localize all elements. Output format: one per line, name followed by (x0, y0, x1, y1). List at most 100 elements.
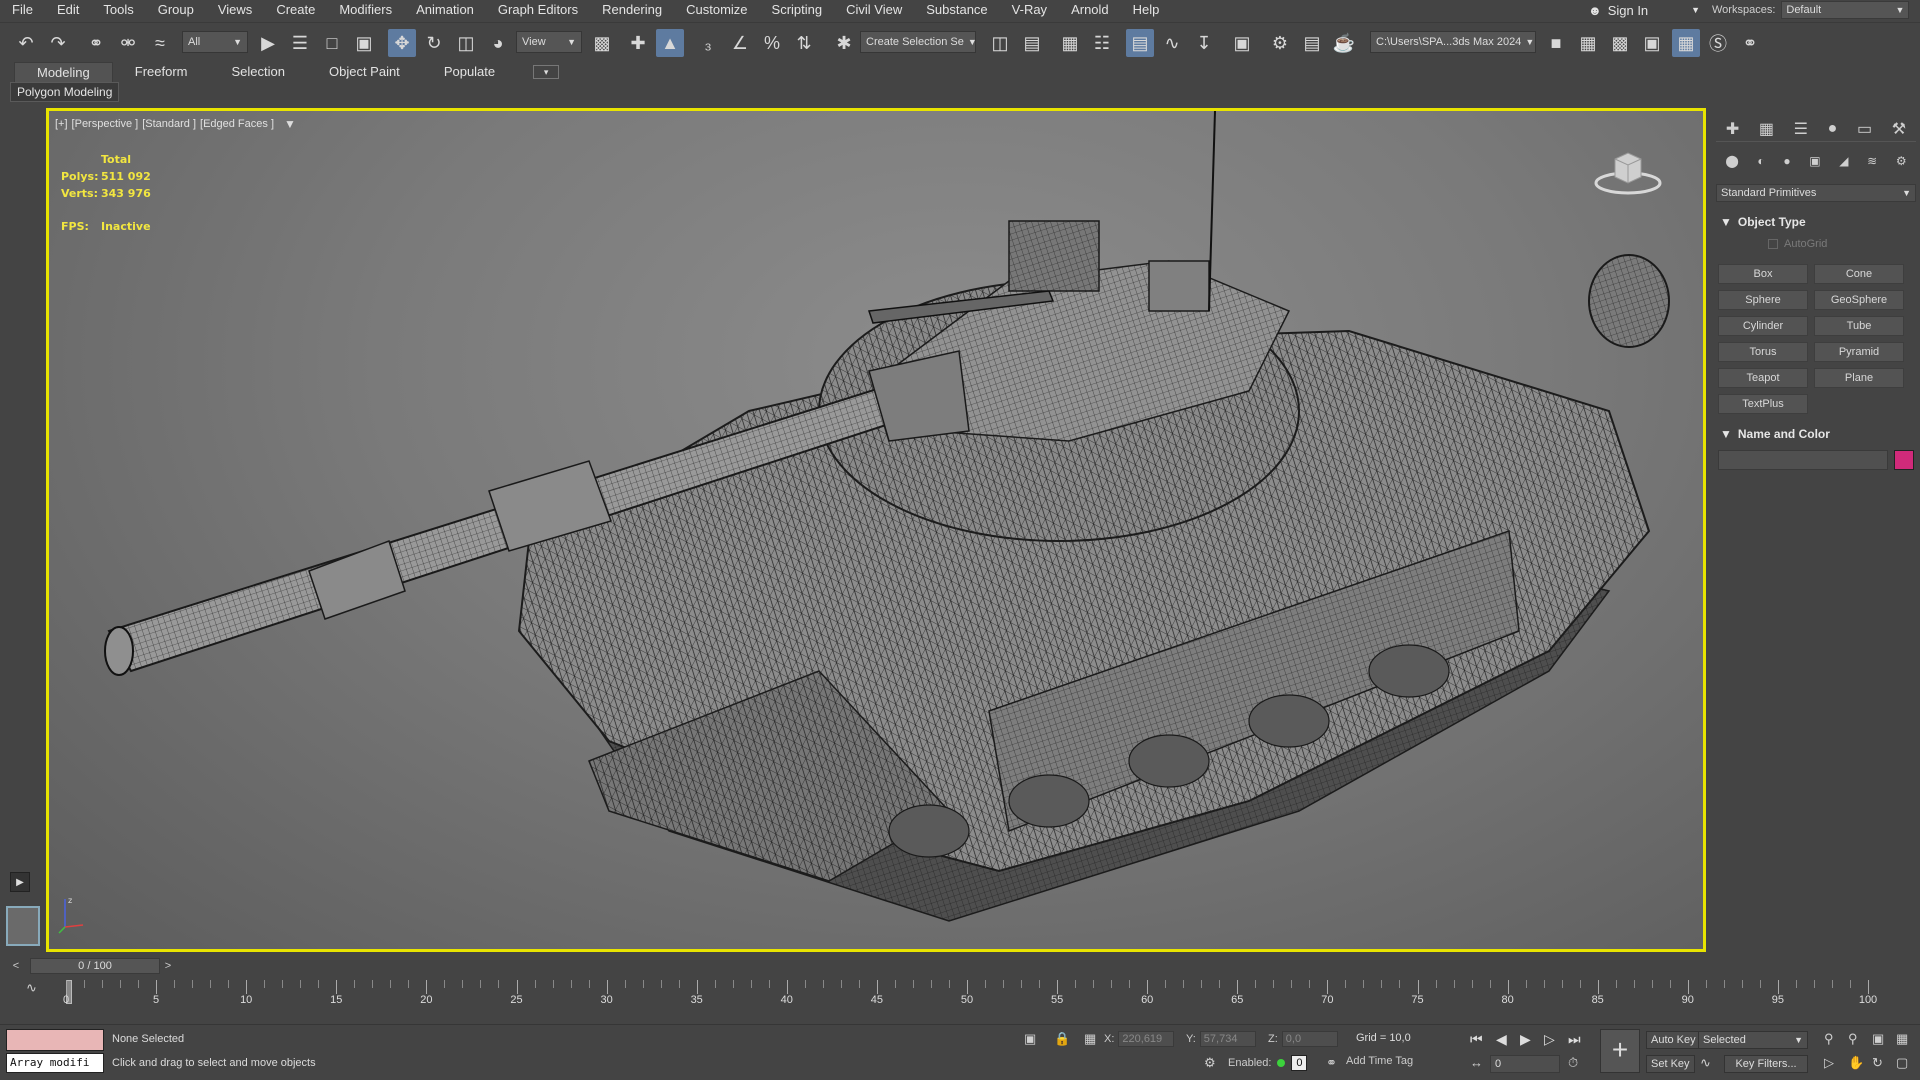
scale-icon[interactable]: ◫ (452, 29, 480, 57)
object-color-swatch[interactable] (1894, 450, 1914, 470)
link-icon[interactable]: ⚭ (82, 29, 110, 57)
vray-render-icon[interactable]: ▦ (1574, 29, 1602, 57)
time-tag-icon[interactable]: ⚭ (1326, 1055, 1337, 1071)
cylinder-button[interactable]: Cylinder (1718, 316, 1808, 336)
teapot-button[interactable]: Teapot (1718, 368, 1808, 388)
key-mode-dropdown[interactable]: Selected ▼ (1698, 1031, 1808, 1049)
percent-snap-icon[interactable]: % (758, 29, 786, 57)
render-production-icon[interactable]: ☕ (1330, 29, 1358, 57)
window-crossing-icon[interactable]: ▣ (350, 29, 378, 57)
create-tab-icon[interactable]: ✚ (1726, 119, 1739, 139)
modify-tab-icon[interactable]: ▦ (1759, 119, 1774, 139)
ribbon-tab-modeling[interactable]: Modeling (14, 62, 113, 82)
menu-graph-editors[interactable]: Graph Editors (486, 0, 590, 20)
menu-substance[interactable]: Substance (914, 0, 999, 20)
redo-icon[interactable]: ↷ (44, 29, 72, 57)
adaptive-degradation-icon[interactable]: ⚙ (1204, 1055, 1216, 1071)
geosphere-button[interactable]: GeoSphere (1814, 290, 1904, 310)
shapes-icon[interactable]: ◐ (1757, 154, 1764, 168)
toggle-ribbon-icon[interactable]: ▤ (1126, 29, 1154, 57)
utilities-tab-icon[interactable]: ⚒ (1892, 119, 1906, 139)
rectangular-selection-icon[interactable]: □ (318, 29, 346, 57)
align-icon[interactable]: ▤ (1018, 29, 1046, 57)
expand-layout-tabs-button[interactable]: ▶ (10, 872, 30, 892)
previous-key-icon[interactable]: ◀ (1496, 1031, 1507, 1048)
time-slider-thumb[interactable]: 0 / 100 (30, 958, 160, 974)
next-frame-icon[interactable]: > (160, 958, 176, 974)
isolate-selection-icon[interactable]: ▣ (1024, 1031, 1036, 1047)
object-name-input[interactable] (1718, 450, 1888, 470)
menu-views[interactable]: Views (206, 0, 264, 20)
helpers-icon[interactable]: ◢ (1839, 154, 1848, 168)
cameras-icon[interactable]: ▣ (1809, 154, 1820, 168)
perspective-viewport[interactable]: [+] [Perspective ] [Standard ] [Edged Fa… (46, 108, 1706, 952)
select-object-icon[interactable]: ▶ (254, 29, 282, 57)
maximize-viewport-icon[interactable]: ▢ (1896, 1055, 1908, 1071)
edit-named-selection-icon[interactable]: ✱ (830, 29, 858, 57)
menu-arnold[interactable]: Arnold (1059, 0, 1121, 20)
zoom-all-icon[interactable]: ⚲ (1848, 1031, 1858, 1047)
set-key-button[interactable]: Set Key (1646, 1055, 1695, 1073)
zoom-icon[interactable]: ⚲ (1824, 1031, 1834, 1047)
viewport-layout-icon[interactable]: ▦ (1672, 29, 1700, 57)
tube-button[interactable]: Tube (1814, 316, 1904, 336)
set-keys-icon[interactable]: + (1600, 1029, 1640, 1073)
menu-modifiers[interactable]: Modifiers (327, 0, 404, 20)
zoom-extents-icon[interactable]: ▣ (1872, 1031, 1884, 1047)
bind-space-warp-icon[interactable]: ≈ (146, 29, 174, 57)
autogrid-checkbox[interactable]: AutoGrid (1768, 238, 1827, 250)
selection-filter-dropdown[interactable]: All ▼ (182, 31, 248, 53)
key-filters-button[interactable]: Key Filters... (1724, 1055, 1808, 1073)
hierarchy-tab-icon[interactable]: ☰ (1794, 119, 1808, 139)
menu-scripting[interactable]: Scripting (760, 0, 835, 20)
time-slider[interactable]: < 0 / 100 > (8, 956, 1908, 976)
menu-customize[interactable]: Customize (674, 0, 759, 20)
y-value-input[interactable]: 57,734 (1199, 1031, 1256, 1047)
transform-type-in-icon[interactable]: ▦ (1084, 1031, 1096, 1047)
viewcube-icon[interactable] (1593, 147, 1663, 197)
object-type-rollout[interactable]: ▼ Object Type (1716, 212, 1916, 232)
project-folder-dropdown[interactable]: C:\Users\SPA...3ds Max 2024 ▼ (1370, 31, 1536, 53)
ribbon-options-icon[interactable]: ▾ (533, 65, 560, 79)
maxscript-listener-output[interactable] (6, 1029, 104, 1051)
key-mode-toggle-icon[interactable]: ↔ (1470, 1055, 1483, 1070)
layer-explorer-icon[interactable]: ☷ (1088, 29, 1116, 57)
viewport-layout-thumbnail[interactable] (6, 906, 40, 946)
material-editor-icon[interactable]: ▣ (1228, 29, 1256, 57)
arnold-render-icon[interactable]: Ⓢ (1704, 29, 1732, 57)
systems-icon[interactable]: ⚙ (1896, 154, 1907, 168)
zoom-extents-all-icon[interactable]: ▦ (1896, 1031, 1908, 1047)
vray-frame-buffer-icon[interactable]: ■ (1542, 29, 1570, 57)
sphere-button[interactable]: Sphere (1718, 290, 1808, 310)
menu-civil-view[interactable]: Civil View (834, 0, 914, 20)
menu-animation[interactable]: Animation (404, 0, 486, 20)
ribbon-polygon-modeling-panel[interactable]: Polygon Modeling (10, 82, 120, 102)
cone-button[interactable]: Cone (1814, 264, 1904, 284)
keyboard-shortcut-override-icon[interactable]: ▲ (656, 29, 684, 57)
textplus-button[interactable]: TextPlus (1718, 394, 1808, 414)
undo-icon[interactable]: ↶ (12, 29, 40, 57)
menu-edit[interactable]: Edit (45, 0, 91, 20)
scene-explorer-icon[interactable]: ▦ (1056, 29, 1084, 57)
go-to-end-icon[interactable]: ⏭ (1568, 1031, 1581, 1048)
menu-create[interactable]: Create (264, 0, 327, 20)
menu-group[interactable]: Group (146, 0, 206, 20)
filter-icon[interactable]: ▼ (284, 117, 296, 131)
reference-coordinate-dropdown[interactable]: View ▼ (516, 31, 582, 53)
x-value-input[interactable]: 220,619 (1118, 1031, 1175, 1047)
box-button[interactable]: Box (1718, 264, 1808, 284)
move-icon[interactable]: ✥ (388, 29, 416, 57)
auto-key-button[interactable]: Auto Key (1646, 1031, 1701, 1049)
track-bar[interactable]: ∿ 0 5 10 15 20 25 30 35 40 45 50 55 60 65 70 75 80 85 90 95… (8, 978, 1912, 1012)
lock-selection-icon[interactable]: 🔒 (1054, 1031, 1070, 1047)
torus-button[interactable]: Torus (1718, 342, 1808, 362)
arnold-ipr-icon[interactable]: ⚭ (1736, 29, 1764, 57)
ribbon-tab-selection[interactable]: Selection (210, 62, 307, 82)
name-and-color-rollout[interactable]: ▼ Name and Color (1716, 424, 1916, 444)
placement-icon[interactable]: ◕ (484, 29, 512, 57)
angle-snap-icon[interactable]: ∠ (726, 29, 754, 57)
named-selection-dropdown[interactable]: Create Selection Se ▼ (860, 31, 976, 53)
pivot-center-icon[interactable]: ▩ (588, 29, 616, 57)
viewport-label-menu[interactable]: [+] [Perspective ] [Standard ] [Edged Fa… (55, 117, 296, 131)
enabled-value[interactable]: 0 (1291, 1055, 1308, 1071)
